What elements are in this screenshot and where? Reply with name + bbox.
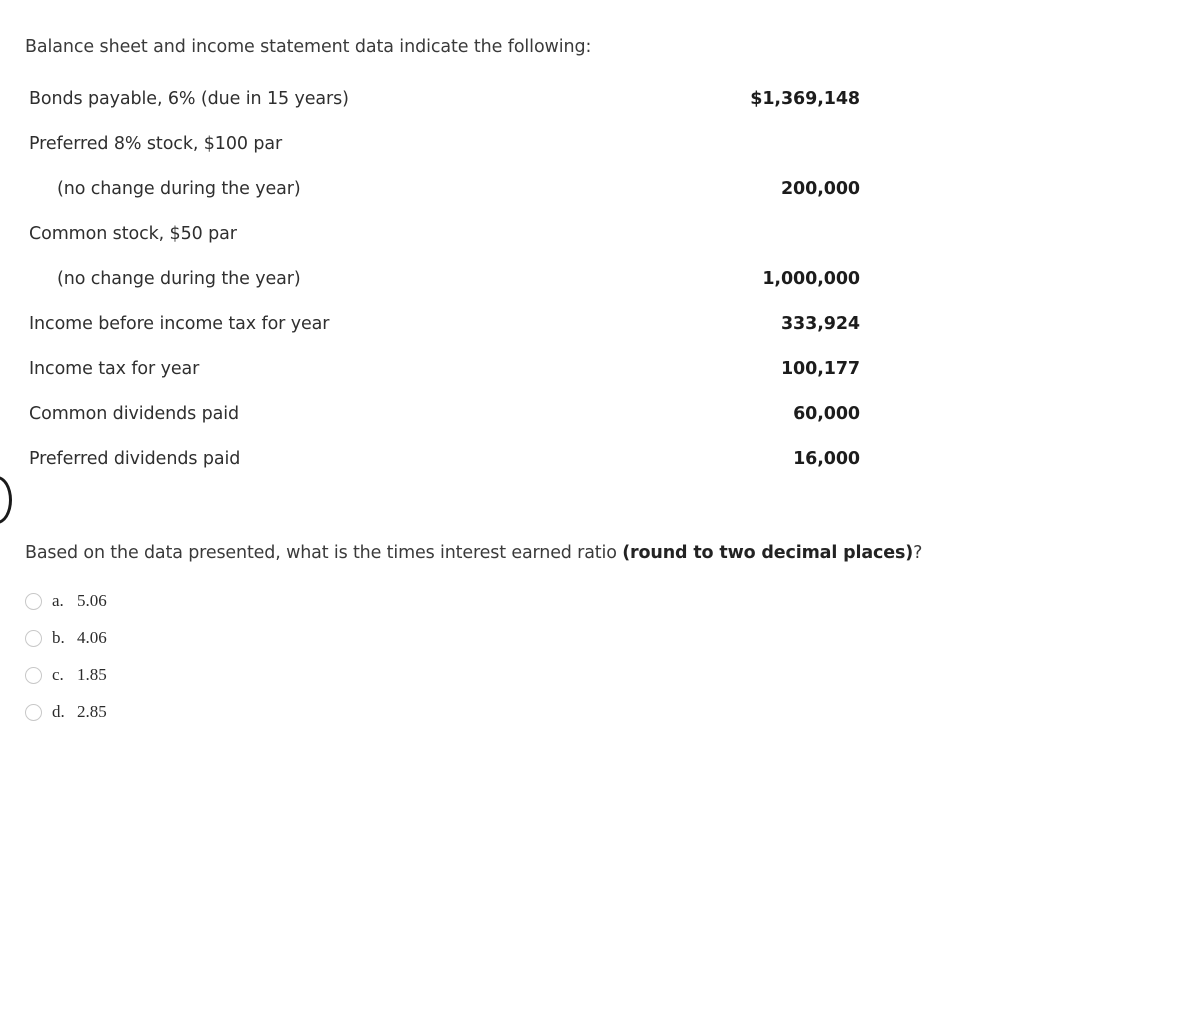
option-value: 2.85 (77, 702, 107, 721)
option-letter: c. (52, 665, 64, 684)
question-text: Based on the data presented, what is the… (25, 541, 922, 565)
row-label: Preferred dividends paid (29, 449, 241, 469)
option-value: 1.85 (77, 665, 107, 684)
answer-options-list: a. 5.06 b. 4.06 c. 1.85 d. 2.85 (0, 589, 107, 737)
option-letter: b. (52, 628, 65, 647)
table-row: (no change during the year) 1,000,000 (0, 265, 860, 310)
radio-button-icon[interactable] (25, 593, 42, 610)
row-label: (no change during the year) (57, 179, 301, 199)
answer-option-d[interactable]: d. 2.85 (0, 700, 107, 737)
row-amount: $1,369,148 (750, 89, 860, 109)
row-label: Bonds payable, 6% (due in 15 years) (29, 89, 349, 109)
answer-option-b[interactable]: b. 4.06 (0, 626, 107, 663)
row-amount: 60,000 (793, 404, 860, 424)
answer-option-c[interactable]: c. 1.85 (0, 663, 107, 700)
row-label: Common stock, $50 par (29, 224, 237, 244)
option-value: 4.06 (77, 628, 107, 647)
row-amount: 200,000 (780, 179, 860, 199)
row-label: Income tax for year (29, 359, 200, 379)
table-row: Income tax for year 100,177 (0, 355, 860, 400)
table-row: Common stock, $50 par (0, 220, 860, 265)
row-label: Income before income tax for year (29, 314, 330, 334)
row-label: Preferred 8% stock, $100 par (29, 134, 283, 154)
table-row: (no change during the year) 200,000 (0, 175, 860, 220)
option-letter: d. (52, 702, 65, 721)
row-amount: 16,000 (793, 449, 860, 469)
table-row: Bonds payable, 6% (due in 15 years) $1,3… (0, 85, 860, 130)
question-text-before: Based on the data presented, what is the… (25, 543, 623, 563)
table-row: Preferred 8% stock, $100 par (0, 130, 860, 175)
radio-button-icon[interactable] (25, 704, 42, 721)
row-label: Common dividends paid (29, 404, 240, 424)
radio-button-icon[interactable] (25, 630, 42, 647)
table-row: Common dividends paid 60,000 (0, 400, 860, 445)
row-amount: 1,000,000 (762, 269, 860, 289)
row-label: (no change during the year) (57, 269, 301, 289)
question-text-after: ? (913, 543, 923, 563)
table-row: Income before income tax for year 333,92… (0, 310, 860, 355)
answer-option-a[interactable]: a. 5.06 (0, 589, 107, 626)
table-row: Preferred dividends paid 16,000 (0, 445, 860, 490)
row-amount: 100,177 (780, 359, 860, 379)
question-page: Balance sheet and income statement data … (0, 0, 1200, 1013)
question-emphasis: (round to two decimal places) (622, 543, 914, 563)
intro-text: Balance sheet and income statement data … (25, 37, 592, 57)
option-letter: a. (52, 591, 64, 610)
option-value: 5.06 (77, 591, 107, 610)
row-amount: 333,924 (780, 314, 860, 334)
radio-button-icon[interactable] (25, 667, 42, 684)
financial-data-table: Bonds payable, 6% (due in 15 years) $1,3… (0, 85, 860, 490)
